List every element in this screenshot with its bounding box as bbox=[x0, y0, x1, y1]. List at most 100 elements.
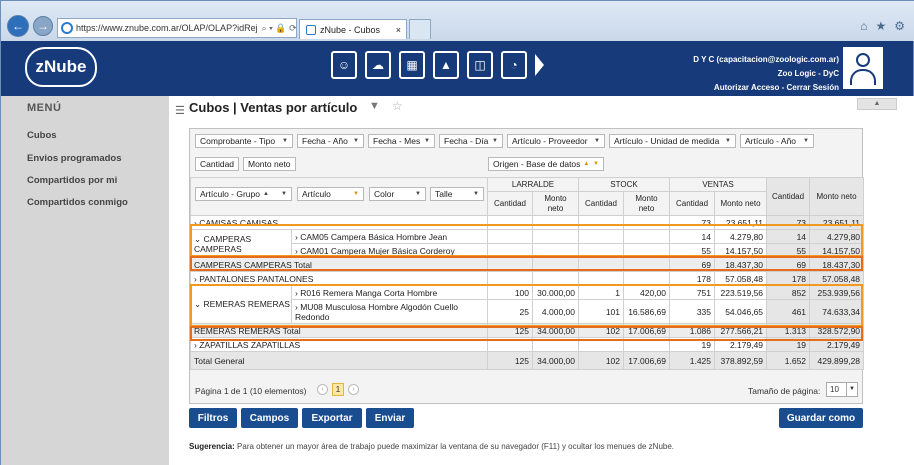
filter-dropdown-icon[interactable]: ▼ bbox=[350, 138, 359, 144]
expand-chevron-icon[interactable]: › bbox=[295, 246, 298, 256]
sidebar-item-compartidos-conmigo[interactable]: Compartidos conmigo bbox=[27, 197, 128, 208]
collapse-chevron-icon[interactable]: ⌄ bbox=[194, 234, 201, 244]
value-cell: 4.279,80 bbox=[714, 229, 768, 244]
forward-button[interactable]: → bbox=[33, 16, 53, 36]
sort-asc-icon[interactable]: ▲ bbox=[583, 161, 589, 167]
next-page-icon[interactable]: › bbox=[348, 384, 359, 395]
filter-dropdown-icon[interactable]: ▼ bbox=[279, 138, 288, 144]
user-email: D Y C (capacitacion@zoologic.com.ar) bbox=[693, 55, 839, 64]
value-cell: 100 bbox=[487, 285, 533, 300]
expand-chevron-icon[interactable]: › bbox=[194, 340, 197, 350]
article-cell[interactable]: › CAM01 Campera Mujer Básica Corderoy bbox=[291, 243, 488, 258]
filter-dropdown-icon[interactable]: ▼ bbox=[470, 191, 479, 197]
filter-field-chip[interactable]: Fecha - Año ▼ bbox=[297, 134, 364, 148]
row-field-chip[interactable]: Artículo ▼ bbox=[297, 187, 364, 201]
chevron-down-icon[interactable]: ▼ bbox=[846, 383, 857, 396]
filter-field-chip[interactable]: Fecha - Día ▼ bbox=[439, 134, 503, 148]
sidebar: MENÚ Cubos Envios programados Compartido… bbox=[1, 96, 169, 465]
column-field-chip[interactable]: Origen - Base de datos ▲ ▼ bbox=[488, 157, 604, 171]
back-button[interactable]: ← bbox=[7, 15, 29, 37]
current-page-button[interactable]: 1 bbox=[332, 383, 344, 396]
filter-dropdown-icon[interactable]: ▼ bbox=[489, 138, 498, 144]
article-cell[interactable]: › CAM05 Campera Básica Hombre Jean bbox=[291, 229, 488, 244]
expand-chevron-icon[interactable]: › bbox=[295, 302, 298, 312]
total-cell: 429.899,28 bbox=[809, 351, 865, 370]
expand-chevron-icon[interactable]: › bbox=[295, 232, 298, 242]
hamburger-icon[interactable]: ☰ bbox=[175, 104, 185, 117]
column-header-stock[interactable]: STOCK bbox=[577, 177, 671, 192]
favorite-star-icon[interactable]: ☆ bbox=[392, 99, 403, 113]
group-cell[interactable]: › PANTALONES PANTALONES bbox=[190, 271, 488, 286]
value-cell: 1 bbox=[578, 285, 624, 300]
group-cell[interactable]: › ZAPATILLAS ZAPATILLAS bbox=[190, 337, 488, 352]
cart-module-icon[interactable]: ◫ bbox=[467, 51, 493, 79]
exportar-button[interactable]: Exportar bbox=[302, 408, 362, 428]
more-modules-arrow-icon[interactable] bbox=[535, 54, 544, 76]
collapse-header-button[interactable]: ▲ bbox=[857, 98, 897, 110]
group-cell[interactable]: › CAMISAS CAMISAS bbox=[190, 215, 488, 230]
filter-field-chip[interactable]: Comprobante - Tipo ▼ bbox=[195, 134, 293, 148]
filter-dropdown-icon[interactable]: ▼ bbox=[722, 138, 731, 144]
collapse-chevron-icon[interactable]: ⌄ bbox=[194, 299, 201, 309]
expand-chevron-icon[interactable]: › bbox=[295, 288, 298, 298]
filter-dropdown-icon[interactable]: ▼ bbox=[800, 138, 809, 144]
row-field-chip[interactable]: Artículo - Grupo ▲ ▼ bbox=[195, 187, 292, 201]
sidebar-item-compartidos-por-mi[interactable]: Compartidos por mi bbox=[27, 175, 117, 186]
warehouse-module-icon[interactable]: ▦ bbox=[399, 51, 425, 79]
expand-chevron-icon[interactable]: › bbox=[194, 218, 197, 228]
sidebar-item-envios[interactable]: Envios programados bbox=[27, 153, 122, 164]
filtros-button[interactable]: Filtros bbox=[189, 408, 237, 428]
page-size-select[interactable]: 10 ▼ bbox=[826, 382, 858, 397]
new-tab-button[interactable] bbox=[409, 19, 431, 39]
filter-dropdown-icon[interactable]: ▼ bbox=[590, 161, 599, 167]
value-cell: 125 bbox=[487, 323, 533, 338]
article-cell[interactable]: › R016 Remera Manga Corta Hombre bbox=[291, 285, 488, 300]
favorites-star-icon[interactable]: ★ bbox=[875, 19, 886, 33]
data-field-chip[interactable]: Monto neto bbox=[243, 157, 296, 171]
pivot-grid: Comprobante - Tipo ▼ Fecha - Año ▼ Fecha -… bbox=[189, 128, 865, 404]
column-header-larralde[interactable]: LARRALDE bbox=[487, 177, 579, 192]
filter-dropdown-icon[interactable]: ▼ bbox=[412, 191, 421, 197]
campos-button[interactable]: Campos bbox=[241, 408, 298, 428]
page-size-value: 10 bbox=[830, 385, 839, 394]
enviar-button[interactable]: Enviar bbox=[366, 408, 414, 428]
filter-dropdown-icon[interactable]: ▼ bbox=[350, 191, 359, 197]
filter-field-chip[interactable]: Artículo - Año ▼ bbox=[740, 134, 814, 148]
total-cell: 4.279,80 bbox=[809, 229, 865, 244]
value-cell: 102 bbox=[578, 351, 624, 370]
sort-asc-icon[interactable]: ▲ bbox=[263, 191, 269, 197]
group-cell[interactable]: ⌄ CAMPERAS CAMPERAS bbox=[190, 229, 292, 258]
filter-field-chip[interactable]: Artículo - Proveedor ▼ bbox=[507, 134, 605, 148]
prev-page-icon[interactable]: ‹ bbox=[317, 384, 328, 395]
filter-icon[interactable]: ▼ bbox=[369, 100, 380, 112]
data-field-chip[interactable]: Cantidad bbox=[195, 157, 239, 171]
column-header-ventas[interactable]: VENTAS bbox=[669, 177, 768, 192]
guardar-como-button[interactable]: Guardar como bbox=[779, 408, 863, 428]
znube-logo[interactable]: zNube bbox=[25, 47, 97, 87]
users-module-icon[interactable]: ☺ bbox=[331, 51, 357, 79]
filter-dropdown-icon[interactable]: ▼ bbox=[421, 138, 430, 144]
expand-chevron-icon[interactable]: › bbox=[194, 274, 197, 284]
cube-module-icon[interactable]: ▲ bbox=[433, 51, 459, 79]
address-bar[interactable]: https://www.znube.com.ar/OLAP/OLAP?idRej… bbox=[57, 18, 297, 38]
total-cell: 328.572,90 bbox=[809, 323, 865, 338]
sidebar-item-cubos[interactable]: Cubos bbox=[27, 130, 57, 141]
value-cell: 14.157,50 bbox=[714, 243, 768, 258]
row-field-chip[interactable]: Color ▼ bbox=[369, 187, 426, 201]
filter-dropdown-icon[interactable]: ▼ bbox=[278, 191, 287, 197]
article-cell[interactable]: › MU08 Musculosa Hombre Algodón Cuello R… bbox=[291, 299, 488, 324]
tab-znube[interactable]: zNube - Cubos × bbox=[299, 19, 407, 39]
tab-close-icon[interactable]: × bbox=[396, 25, 401, 35]
dashboard-module-icon[interactable]: ◔ bbox=[501, 51, 527, 79]
chip-label: Artículo - Proveedor bbox=[512, 136, 588, 146]
row-field-chip[interactable]: Talle ▼ bbox=[430, 187, 484, 201]
group-cell[interactable]: ⌄ REMERAS REMERAS bbox=[190, 285, 292, 324]
filter-field-chip[interactable]: Artículo - Unidad de medida ▼ bbox=[609, 134, 736, 148]
home-icon[interactable]: ⌂ bbox=[860, 19, 867, 33]
filter-field-chip[interactable]: Fecha - Mes ▼ bbox=[368, 134, 435, 148]
user-links[interactable]: Autorizar Acceso - Cerrar Sesión bbox=[693, 81, 839, 95]
settings-gear-icon[interactable]: ⚙ bbox=[894, 19, 905, 33]
avatar[interactable] bbox=[843, 47, 883, 89]
filter-dropdown-icon[interactable]: ▼ bbox=[591, 138, 600, 144]
cloud-settings-module-icon[interactable]: ☁ bbox=[365, 51, 391, 79]
